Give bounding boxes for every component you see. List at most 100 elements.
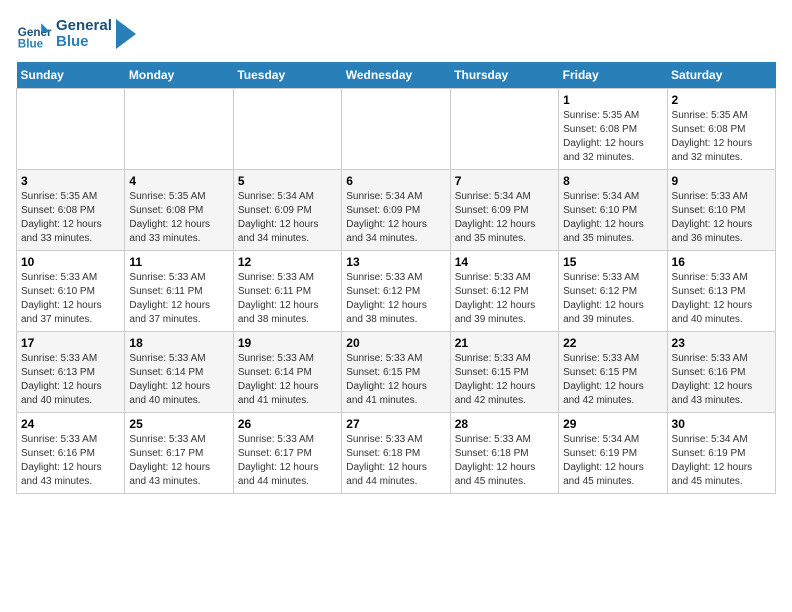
calendar-cell: 3 Sunrise: 5:35 AM Sunset: 6:08 PM Daylig… xyxy=(17,170,125,251)
day-number: 27 xyxy=(346,417,445,431)
day-number: 26 xyxy=(238,417,337,431)
day-info: Sunrise: 5:33 AM Sunset: 6:16 PM Dayligh… xyxy=(21,433,120,489)
calendar-cell: 24 Sunrise: 5:33 AM Sunset: 6:16 PM Dayli… xyxy=(17,413,125,494)
calendar-cell: 1Sunrise: 5:35 AM Sunset: 6:08 PM Daylig… xyxy=(559,89,667,170)
calendar-cell: 25 Sunrise: 5:33 AM Sunset: 6:17 PM Dayli… xyxy=(125,413,233,494)
calendar-cell: 7 Sunrise: 5:34 AM Sunset: 6:09 PM Daylig… xyxy=(450,170,558,251)
day-number: 22 xyxy=(563,336,662,350)
day-info: Sunrise: 5:33 AM Sunset: 6:15 PM Dayligh… xyxy=(455,352,554,408)
calendar-cell xyxy=(125,89,233,170)
logo-arrow-icon xyxy=(116,19,136,49)
calendar-cell: 13Sunrise: 5:33 AM Sunset: 6:12 PM Dayli… xyxy=(342,251,450,332)
day-number: 21 xyxy=(455,336,554,350)
calendar-cell: 19 Sunrise: 5:33 AM Sunset: 6:14 PM Dayli… xyxy=(233,332,341,413)
header-monday: Monday xyxy=(125,62,233,89)
header-friday: Friday xyxy=(559,62,667,89)
day-number: 8 xyxy=(563,174,662,188)
calendar-cell: 18 Sunrise: 5:33 AM Sunset: 6:14 PM Dayli… xyxy=(125,332,233,413)
calendar-cell: 29Sunrise: 5:34 AM Sunset: 6:19 PM Dayli… xyxy=(559,413,667,494)
day-info: Sunrise: 5:33 AM Sunset: 6:10 PM Dayligh… xyxy=(672,190,771,246)
svg-text:Blue: Blue xyxy=(18,38,44,51)
day-info: Sunrise: 5:33 AM Sunset: 6:14 PM Dayligh… xyxy=(129,352,228,408)
calendar-cell: 8 Sunrise: 5:34 AM Sunset: 6:10 PM Daylig… xyxy=(559,170,667,251)
day-info: Sunrise: 5:33 AM Sunset: 6:13 PM Dayligh… xyxy=(672,271,771,327)
day-info: Sunrise: 5:33 AM Sunset: 6:12 PM Dayligh… xyxy=(346,271,445,327)
day-number: 5 xyxy=(238,174,337,188)
header-tuesday: Tuesday xyxy=(233,62,341,89)
day-number: 6 xyxy=(346,174,445,188)
day-info: Sunrise: 5:34 AM Sunset: 6:10 PM Dayligh… xyxy=(563,190,662,246)
day-info: Sunrise: 5:33 AM Sunset: 6:11 PM Dayligh… xyxy=(238,271,337,327)
day-number: 4 xyxy=(129,174,228,188)
day-number: 20 xyxy=(346,336,445,350)
day-number: 24 xyxy=(21,417,120,431)
day-number: 19 xyxy=(238,336,337,350)
day-number: 3 xyxy=(21,174,120,188)
calendar-cell xyxy=(342,89,450,170)
calendar-cell: 20 Sunrise: 5:33 AM Sunset: 6:15 PM Dayli… xyxy=(342,332,450,413)
header-wednesday: Wednesday xyxy=(342,62,450,89)
calendar-cell xyxy=(17,89,125,170)
day-number: 25 xyxy=(129,417,228,431)
day-info: Sunrise: 5:33 AM Sunset: 6:17 PM Dayligh… xyxy=(238,433,337,489)
day-number: 17 xyxy=(21,336,120,350)
day-info: Sunrise: 5:35 AM Sunset: 6:08 PM Dayligh… xyxy=(672,109,771,165)
day-number: 14 xyxy=(455,255,554,269)
header-saturday: Saturday xyxy=(667,62,775,89)
calendar-cell: 11 Sunrise: 5:33 AM Sunset: 6:11 PM Dayli… xyxy=(125,251,233,332)
calendar-cell: 16 Sunrise: 5:33 AM Sunset: 6:13 PM Dayli… xyxy=(667,251,775,332)
day-info: Sunrise: 5:34 AM Sunset: 6:09 PM Dayligh… xyxy=(346,190,445,246)
calendar-cell: 10 Sunrise: 5:33 AM Sunset: 6:10 PM Dayli… xyxy=(17,251,125,332)
logo-general: General xyxy=(56,18,112,35)
calendar-cell: 12 Sunrise: 5:33 AM Sunset: 6:11 PM Dayli… xyxy=(233,251,341,332)
calendar-header-row: SundayMondayTuesdayWednesdayThursdayFrid… xyxy=(17,62,776,89)
calendar-cell: 14 Sunrise: 5:33 AM Sunset: 6:12 PM Dayli… xyxy=(450,251,558,332)
day-number: 18 xyxy=(129,336,228,350)
day-info: Sunrise: 5:33 AM Sunset: 6:12 PM Dayligh… xyxy=(563,271,662,327)
calendar-table: SundayMondayTuesdayWednesdayThursdayFrid… xyxy=(16,62,776,494)
day-number: 7 xyxy=(455,174,554,188)
calendar-cell: 30 Sunrise: 5:34 AM Sunset: 6:19 PM Dayli… xyxy=(667,413,775,494)
calendar-cell: 28Sunrise: 5:33 AM Sunset: 6:18 PM Dayli… xyxy=(450,413,558,494)
day-info: Sunrise: 5:33 AM Sunset: 6:12 PM Dayligh… xyxy=(455,271,554,327)
day-info: Sunrise: 5:33 AM Sunset: 6:13 PM Dayligh… xyxy=(21,352,120,408)
day-info: Sunrise: 5:34 AM Sunset: 6:09 PM Dayligh… xyxy=(455,190,554,246)
calendar-cell: 5 Sunrise: 5:34 AM Sunset: 6:09 PM Daylig… xyxy=(233,170,341,251)
calendar-week-row: 17 Sunrise: 5:33 AM Sunset: 6:13 PM Dayli… xyxy=(17,332,776,413)
day-info: Sunrise: 5:33 AM Sunset: 6:18 PM Dayligh… xyxy=(346,433,445,489)
calendar-cell: 23 Sunrise: 5:33 AM Sunset: 6:16 PM Dayli… xyxy=(667,332,775,413)
calendar-cell: 17 Sunrise: 5:33 AM Sunset: 6:13 PM Dayli… xyxy=(17,332,125,413)
calendar-week-row: 24 Sunrise: 5:33 AM Sunset: 6:16 PM Dayli… xyxy=(17,413,776,494)
calendar-cell: 2 Sunrise: 5:35 AM Sunset: 6:08 PM Daylig… xyxy=(667,89,775,170)
logo-blue: Blue xyxy=(56,34,112,51)
header-thursday: Thursday xyxy=(450,62,558,89)
day-info: Sunrise: 5:33 AM Sunset: 6:15 PM Dayligh… xyxy=(346,352,445,408)
calendar-cell: 9 Sunrise: 5:33 AM Sunset: 6:10 PM Daylig… xyxy=(667,170,775,251)
day-number: 15 xyxy=(563,255,662,269)
day-number: 12 xyxy=(238,255,337,269)
day-number: 28 xyxy=(455,417,554,431)
day-number: 30 xyxy=(672,417,771,431)
day-info: Sunrise: 5:35 AM Sunset: 6:08 PM Dayligh… xyxy=(21,190,120,246)
day-number: 16 xyxy=(672,255,771,269)
day-info: Sunrise: 5:34 AM Sunset: 6:19 PM Dayligh… xyxy=(672,433,771,489)
day-info: Sunrise: 5:34 AM Sunset: 6:09 PM Dayligh… xyxy=(238,190,337,246)
page-header: General Blue General Blue xyxy=(16,16,776,52)
calendar-cell: 4Sunrise: 5:35 AM Sunset: 6:08 PM Daylig… xyxy=(125,170,233,251)
day-number: 23 xyxy=(672,336,771,350)
logo-icon: General Blue xyxy=(16,16,52,52)
day-number: 11 xyxy=(129,255,228,269)
day-number: 2 xyxy=(672,93,771,107)
day-info: Sunrise: 5:35 AM Sunset: 6:08 PM Dayligh… xyxy=(563,109,662,165)
day-info: Sunrise: 5:33 AM Sunset: 6:15 PM Dayligh… xyxy=(563,352,662,408)
day-info: Sunrise: 5:33 AM Sunset: 6:11 PM Dayligh… xyxy=(129,271,228,327)
calendar-cell xyxy=(233,89,341,170)
day-number: 9 xyxy=(672,174,771,188)
day-info: Sunrise: 5:33 AM Sunset: 6:14 PM Dayligh… xyxy=(238,352,337,408)
calendar-cell: 21 Sunrise: 5:33 AM Sunset: 6:15 PM Dayli… xyxy=(450,332,558,413)
day-info: Sunrise: 5:33 AM Sunset: 6:17 PM Dayligh… xyxy=(129,433,228,489)
day-number: 10 xyxy=(21,255,120,269)
calendar-cell: 26 Sunrise: 5:33 AM Sunset: 6:17 PM Dayli… xyxy=(233,413,341,494)
day-info: Sunrise: 5:33 AM Sunset: 6:10 PM Dayligh… xyxy=(21,271,120,327)
day-info: Sunrise: 5:33 AM Sunset: 6:16 PM Dayligh… xyxy=(672,352,771,408)
